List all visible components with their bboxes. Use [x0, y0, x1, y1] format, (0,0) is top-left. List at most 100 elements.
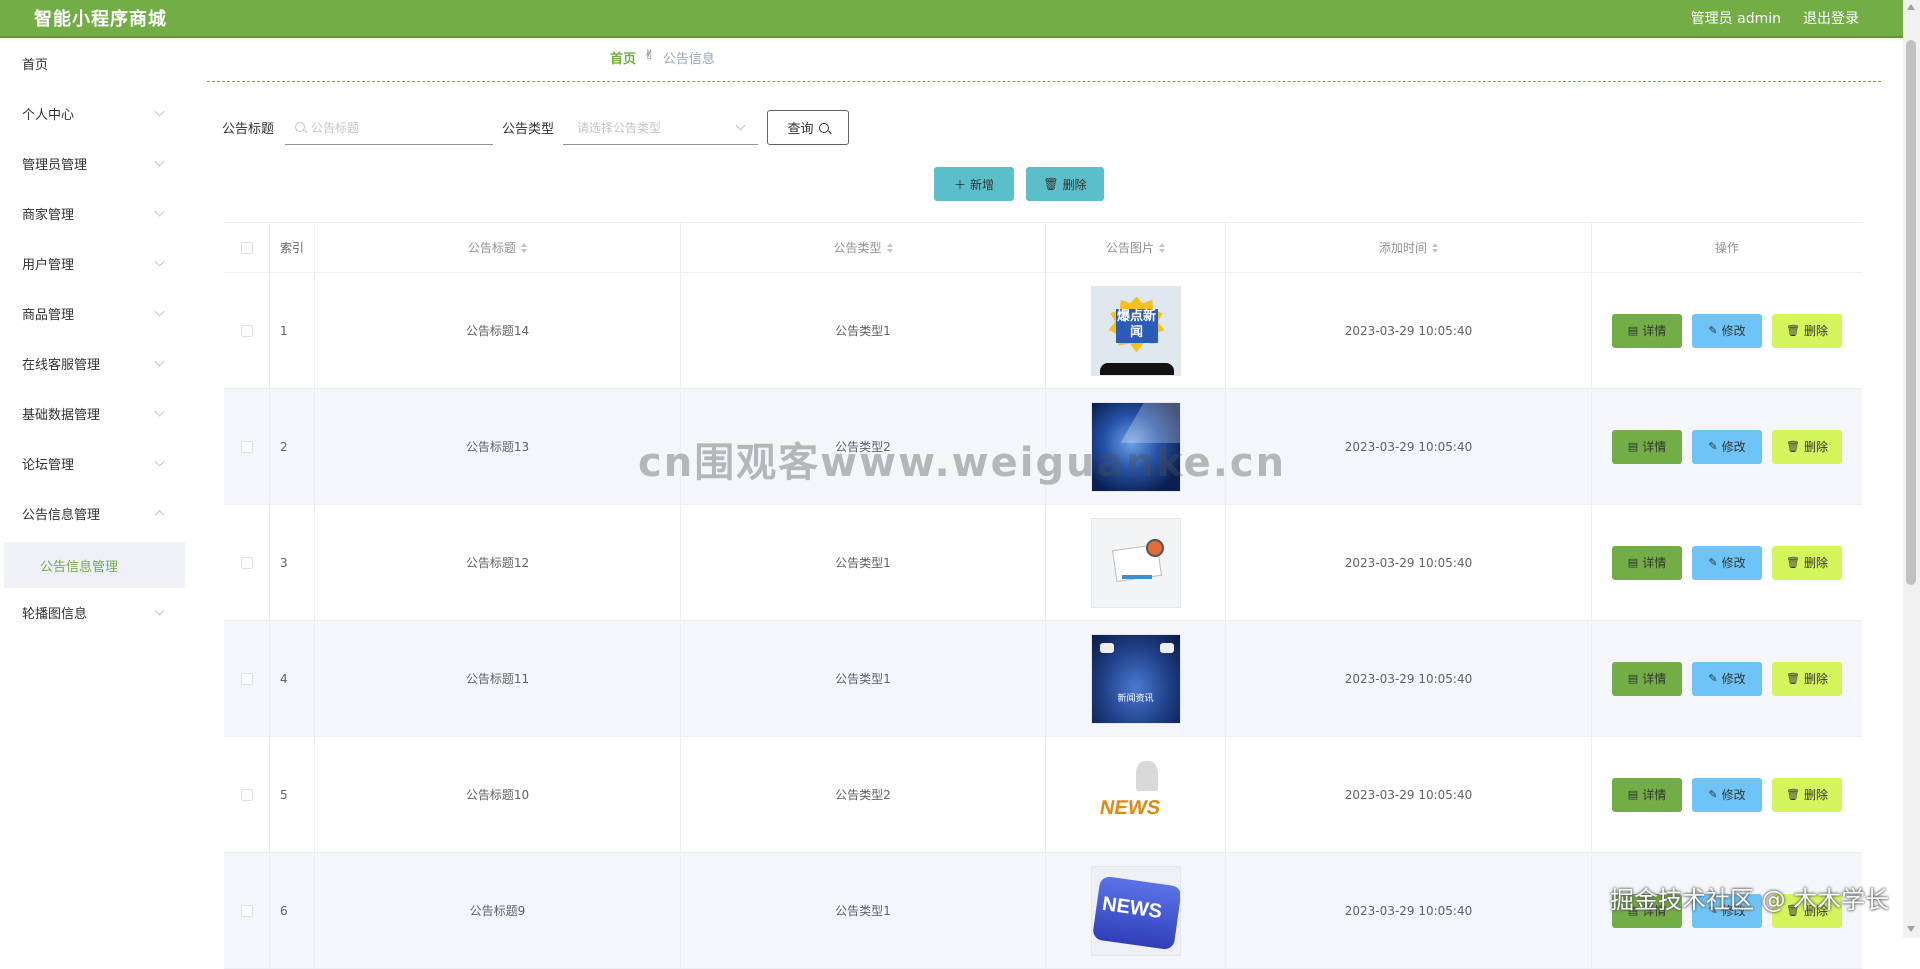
header-ops: 操作	[1591, 223, 1862, 272]
sidebar-item-product-management[interactable]: 商品管理	[0, 288, 185, 338]
document-icon: ▤	[1627, 324, 1639, 337]
header-select-all[interactable]	[224, 223, 269, 272]
checkbox[interactable]	[240, 440, 253, 453]
chevron-down-icon	[154, 156, 165, 167]
sort-icon[interactable]	[886, 242, 893, 253]
breadcrumb-home[interactable]: 首页	[610, 48, 636, 67]
sidebar-item-user-management[interactable]: 用户管理	[0, 238, 185, 288]
sidebar-item-customer-service[interactable]: 在线客服管理	[0, 338, 185, 388]
scroll-down-icon[interactable]	[1907, 926, 1915, 932]
detail-button[interactable]: ▤ 详情	[1612, 777, 1682, 812]
batch-delete-label: 删除	[1062, 177, 1087, 192]
plus-icon: ＋	[953, 177, 966, 192]
edit-button[interactable]: ✎ 修改	[1692, 545, 1762, 580]
row-index: 4	[269, 621, 314, 736]
checkbox[interactable]	[240, 672, 253, 685]
edit-button[interactable]: ✎ 修改	[1692, 661, 1762, 696]
delete-label: 删除	[1803, 324, 1828, 338]
header-title[interactable]: 公告标题	[314, 223, 680, 272]
pencil-icon: ✎	[1708, 440, 1718, 453]
title-search-input[interactable]: 公告标题	[285, 110, 493, 145]
sort-icon[interactable]	[1159, 242, 1165, 253]
row-type: 公告类型1	[680, 621, 1045, 736]
detail-label: 详情	[1642, 556, 1667, 570]
chevron-down-icon	[154, 356, 165, 367]
sidebar-item-label: 个人中心	[22, 107, 75, 123]
watermark-center: cn围观客www.weiguanke.cn	[638, 440, 1287, 486]
row-select[interactable]	[224, 273, 269, 388]
image-caption: NEWS	[1097, 796, 1162, 819]
announcement-image[interactable]: 新闻资讯	[1090, 633, 1181, 724]
row-select[interactable]	[224, 621, 269, 736]
header-time[interactable]: 添加时间	[1225, 223, 1591, 272]
sidebar-item-carousel[interactable]: 轮播图信息	[0, 587, 185, 637]
sidebar-item-home[interactable]: 首页	[0, 38, 185, 88]
sidebar-item-admin-management[interactable]: 管理员管理	[0, 138, 185, 188]
checkbox[interactable]	[240, 904, 253, 917]
sidebar-item-forum[interactable]: 论坛管理	[0, 438, 185, 488]
row-index: 6	[269, 853, 314, 968]
announcement-image[interactable]	[1090, 517, 1181, 608]
header-time-label: 添加时间	[1378, 241, 1427, 255]
sort-icon[interactable]	[521, 242, 527, 253]
row-select[interactable]	[224, 737, 269, 852]
announcement-table: 索引 公告标题 公告类型 公告图片 添加时间 操作 1 公告标题14 公告类型1…	[224, 222, 1862, 969]
delete-button[interactable]: 🗑 删除	[1772, 661, 1842, 696]
query-button[interactable]: 查询	[767, 110, 849, 145]
sidebar-item-base-data[interactable]: 基础数据管理	[0, 388, 185, 438]
edit-label: 修改	[1721, 672, 1746, 686]
scroll-up-icon[interactable]	[1907, 4, 1915, 10]
sidebar-subitem-announcement[interactable]: 公告信息管理	[4, 542, 185, 588]
checkbox[interactable]	[240, 241, 253, 254]
type-select[interactable]: 请选择公告类型	[563, 110, 758, 145]
delete-button[interactable]: 🗑 删除	[1772, 545, 1842, 580]
edit-label: 修改	[1721, 440, 1746, 454]
row-select[interactable]	[224, 853, 269, 968]
document-icon: ▤	[1627, 672, 1639, 685]
sort-icon[interactable]	[1432, 242, 1438, 253]
detail-button[interactable]: ▤ 详情	[1612, 429, 1682, 464]
delete-button[interactable]: 🗑 删除	[1772, 429, 1842, 464]
chevron-down-icon	[154, 605, 165, 616]
detail-button[interactable]: ▤ 详情	[1612, 661, 1682, 696]
announcement-image[interactable]: NEWS	[1090, 749, 1181, 840]
batch-delete-button[interactable]: 🗑 删除	[1026, 167, 1104, 201]
type-search-label: 公告类型	[502, 122, 555, 137]
row-type: 公告类型1	[680, 273, 1045, 388]
checkbox[interactable]	[240, 788, 253, 801]
announcement-image[interactable]: NEWS	[1090, 865, 1181, 956]
row-ops: ▤ 详情 ✎ 修改 🗑 删除	[1591, 621, 1862, 736]
chevron-up-icon	[154, 510, 165, 521]
title-search-placeholder: 公告标题	[311, 120, 360, 135]
logout-link[interactable]: 退出登录	[1803, 8, 1859, 28]
row-select[interactable]	[224, 505, 269, 620]
edit-button[interactable]: ✎ 修改	[1692, 313, 1762, 348]
header-type[interactable]: 公告类型	[680, 223, 1045, 272]
sidebar-item-merchant-management[interactable]: 商家管理	[0, 188, 185, 238]
detail-button[interactable]: ▤ 详情	[1612, 545, 1682, 580]
delete-label: 删除	[1803, 556, 1828, 570]
app-title: 智能小程序商城	[34, 9, 167, 30]
vertical-scrollbar[interactable]	[1903, 0, 1920, 938]
sidebar-item-personal-center[interactable]: 个人中心	[0, 88, 185, 138]
pencil-icon: ✎	[1708, 556, 1718, 569]
checkbox[interactable]	[240, 556, 253, 569]
image-caption: 新闻资讯	[1117, 693, 1154, 704]
checkbox[interactable]	[240, 324, 253, 337]
header-image[interactable]: 公告图片	[1045, 223, 1225, 272]
delete-button[interactable]: 🗑 删除	[1772, 777, 1842, 812]
edit-button[interactable]: ✎ 修改	[1692, 429, 1762, 464]
sidebar-item-announcement[interactable]: 公告信息管理	[0, 488, 185, 538]
row-image-cell	[1045, 505, 1225, 620]
chevron-down-icon	[154, 206, 165, 217]
row-type: 公告类型1	[680, 505, 1045, 620]
announcement-image[interactable]: 爆点新闻	[1090, 285, 1181, 376]
detail-button[interactable]: ▤ 详情	[1612, 313, 1682, 348]
delete-button[interactable]: 🗑 删除	[1772, 313, 1842, 348]
document-icon: ▤	[1627, 440, 1639, 453]
sidebar-subitem-label: 公告信息管理	[40, 559, 119, 575]
add-button[interactable]: ＋ 新增	[934, 167, 1014, 201]
scroll-thumb[interactable]	[1906, 40, 1916, 585]
row-select[interactable]	[224, 389, 269, 504]
edit-button[interactable]: ✎ 修改	[1692, 777, 1762, 812]
